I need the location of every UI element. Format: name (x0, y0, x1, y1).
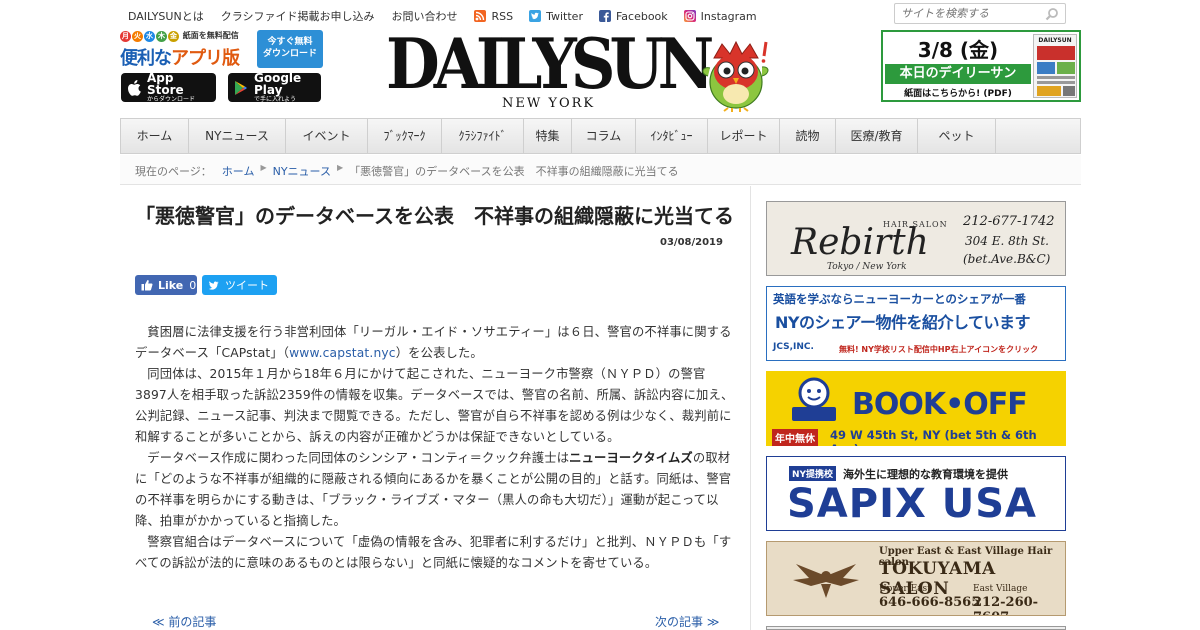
classified-apply-link[interactable]: クラシファイド掲載お申し込み (221, 8, 375, 24)
twitter-icon (208, 280, 220, 291)
article-paragraph: 同団体は、2015年１月から18年６月にかけて起こされた、ニューヨーク市警察（Ｎ… (135, 367, 734, 444)
nav-item-ny-news[interactable]: NYニュース (189, 119, 286, 153)
search-input[interactable] (895, 4, 1035, 23)
apple-icon (127, 79, 141, 96)
nav-item-feature[interactable]: 特集 (524, 119, 572, 153)
logo-subtitle: NEW YORK (502, 96, 596, 111)
ad-tokuyama-salon[interactable]: Upper East & East Village Hair salon TOK… (766, 541, 1066, 616)
today-paper-banner[interactable]: 3/8 (金) 本日のデイリーサン 紙面はこちらから! (PDF) DAILYS… (881, 30, 1081, 102)
today-date: 3/8 (金) (917, 38, 999, 62)
tweet-button[interactable]: ツイート (202, 275, 277, 295)
nav-item-column[interactable]: コラム (572, 119, 636, 153)
about-link[interactable]: DAILYSUNとは (128, 8, 204, 24)
rss-link[interactable]: RSS (474, 8, 513, 24)
capstat-link[interactable]: www.capstat.nyc (289, 346, 396, 360)
like-count: 0 (189, 278, 197, 292)
nav-item-events[interactable]: イベント (286, 119, 368, 153)
app-promo-sub: 紙面を無料配信 (182, 31, 239, 40)
nav-item-pets[interactable]: ペット (918, 119, 996, 153)
search-icon[interactable] (1045, 7, 1059, 21)
contact-link[interactable]: お問い合わせ (391, 8, 457, 24)
day-badge: 木 (156, 31, 167, 42)
breadcrumb-prefix: 現在のページ： (135, 165, 212, 178)
jcs-logo: JCS,INC. (773, 342, 814, 352)
nyt-mention: ニューヨークタイムズ (569, 451, 693, 465)
nav-item-home[interactable]: ホーム (121, 119, 189, 153)
today-paper-label: 本日のデイリーサン (885, 64, 1031, 84)
ad-bookoff[interactable]: BOOK•OFF 年中無休 49 W 45th St, NY (bet 5th … (766, 371, 1066, 446)
nav-item-medical-education[interactable]: 医療/教育 (836, 119, 918, 153)
twitter-link[interactable]: Twitter (529, 8, 583, 24)
twitter-icon (529, 10, 542, 22)
ad-sapix-usa[interactable]: NY提携校 海外生に理想的な教育環境を提供 SAPIX USA (766, 456, 1066, 531)
rebirth-phone: 212-677-1742 (963, 214, 1055, 229)
nav-item-classified[interactable]: ｸﾗｼﾌｧｲﾄﾞ (442, 119, 524, 153)
app-store-button[interactable]: App Store からダウンロード (121, 72, 216, 103)
day-badge: 月 (120, 31, 131, 42)
article-paragraph: 警察官組合はデータベースについて「虚偽の情報を含み、犯罪者に利するだけ」と批判、… (135, 535, 732, 570)
rss-icon (474, 10, 487, 22)
ad-jcs-share-housing[interactable]: 英語を学ぶならニューヨーカーとのシェアが一番 NYのシェアー物件を紹介しています… (766, 286, 1066, 361)
top-links: DAILYSUNとは クラシファイド掲載お申し込み お問い合わせ RSS Twi… (128, 8, 773, 24)
breadcrumb-current: 「悪徳警官」のデータベースを公表 不祥事の組織隠蔽に光当てる (349, 165, 679, 178)
app-promo-title-a: 便利な (120, 48, 172, 69)
nav-item-reading[interactable]: 読物 (780, 119, 836, 153)
article-date: 03/08/2019 (660, 237, 723, 248)
main-navigation: ホーム NYニュース イベント ﾌﾞｯｸﾏｰｸ ｸﾗｼﾌｧｲﾄﾞ 特集 コラム … (120, 118, 1081, 154)
logo-wordmark: DAILYSUN (386, 23, 714, 106)
previous-article-link[interactable]: ≪ 前の記事 (152, 613, 216, 630)
ad-partial[interactable] (766, 626, 1066, 630)
facebook-icon (598, 10, 611, 22)
article-title: 「悪徳警官」のデータベースを公表 不祥事の組織隠蔽に光当てる (135, 204, 734, 228)
site-search (894, 3, 1066, 24)
ad-rebirth-hair-salon[interactable]: HAIR SALON Rebirth Tokyo / New York 212-… (766, 201, 1066, 276)
nav-item-interview[interactable]: ｲﾝﾀﾋﾞｭｰ (636, 119, 708, 153)
day-badge: 水 (144, 31, 155, 42)
site-logo[interactable]: DAILYSUN NEW YORK (386, 23, 776, 114)
nav-item-report[interactable]: レポート (708, 119, 780, 153)
pdf-link[interactable]: 紙面はこちらから! (PDF) (883, 86, 1033, 99)
google-play-icon (234, 80, 248, 96)
thumbnail-masthead: DAILYSUN (1038, 37, 1072, 44)
rebirth-logo: Rebirth (791, 222, 929, 263)
nav-item-bookmark[interactable]: ﾌﾞｯｸﾏｰｸ (368, 119, 442, 153)
breadcrumb-section[interactable]: NYニュース (273, 163, 331, 184)
owl-mascot-icon (700, 36, 772, 112)
app-promo-title: 月火水木金 紙面を無料配信 便利なアプリ版 (120, 30, 252, 69)
free-download-badge[interactable]: 今すぐ無料 ダウンロード (257, 30, 323, 68)
facebook-like-button[interactable]: Like 0 (135, 275, 197, 295)
breadcrumb: 現在のページ： ホーム ▶ NYニュース ▶ 「悪徳警官」のデータベースを公表 … (120, 155, 1081, 185)
sapix-logo: SAPIX USA (787, 481, 1037, 527)
breadcrumb-separator-icon: ▶ (337, 163, 344, 172)
app-promo-banner[interactable]: 月火水木金 紙面を無料配信 便利なアプリ版 今すぐ無料 ダウンロード App S… (120, 28, 324, 104)
share-buttons: Like 0 ツイート (135, 275, 277, 295)
app-promo-title-b: アプリ版 (171, 48, 240, 69)
article-paragraph: 貧困層に法律支援を行う非営利団体「リーガル・エイド・ソサエティー」は６日、警官の… (135, 325, 732, 360)
eagle-emblem-icon (791, 556, 861, 602)
instagram-icon (683, 10, 696, 22)
newspaper-thumbnail: DAILYSUN (1033, 34, 1077, 98)
article-body: 貧困層に法律支援を行う非営利団体「リーガル・エイド・ソサエティー」は６日、警官の… (135, 322, 735, 574)
bookoff-logo: BOOK•OFF (852, 387, 1028, 422)
thumbs-up-icon (141, 279, 153, 291)
facebook-link[interactable]: Facebook (598, 8, 668, 24)
day-badge: 火 (132, 31, 143, 42)
google-play-button[interactable]: Google Play で手に入れよう (228, 72, 321, 103)
bookoff-mascot-icon (786, 377, 842, 423)
breadcrumb-home[interactable]: ホーム (222, 163, 255, 184)
article-paragraph: データベース作成に関わった同団体のシンシア・コンティ＝クック弁護士はニューヨーク… (135, 451, 732, 528)
instagram-link[interactable]: Instagram (683, 8, 757, 24)
article-main: 「悪徳警官」のデータベースを公表 不祥事の組織隠蔽に光当てる 03/08/201… (120, 186, 751, 630)
next-article-link[interactable]: 次の記事 ≫ (655, 613, 719, 630)
day-badge: 金 (168, 31, 179, 42)
breadcrumb-separator-icon: ▶ (260, 163, 267, 172)
